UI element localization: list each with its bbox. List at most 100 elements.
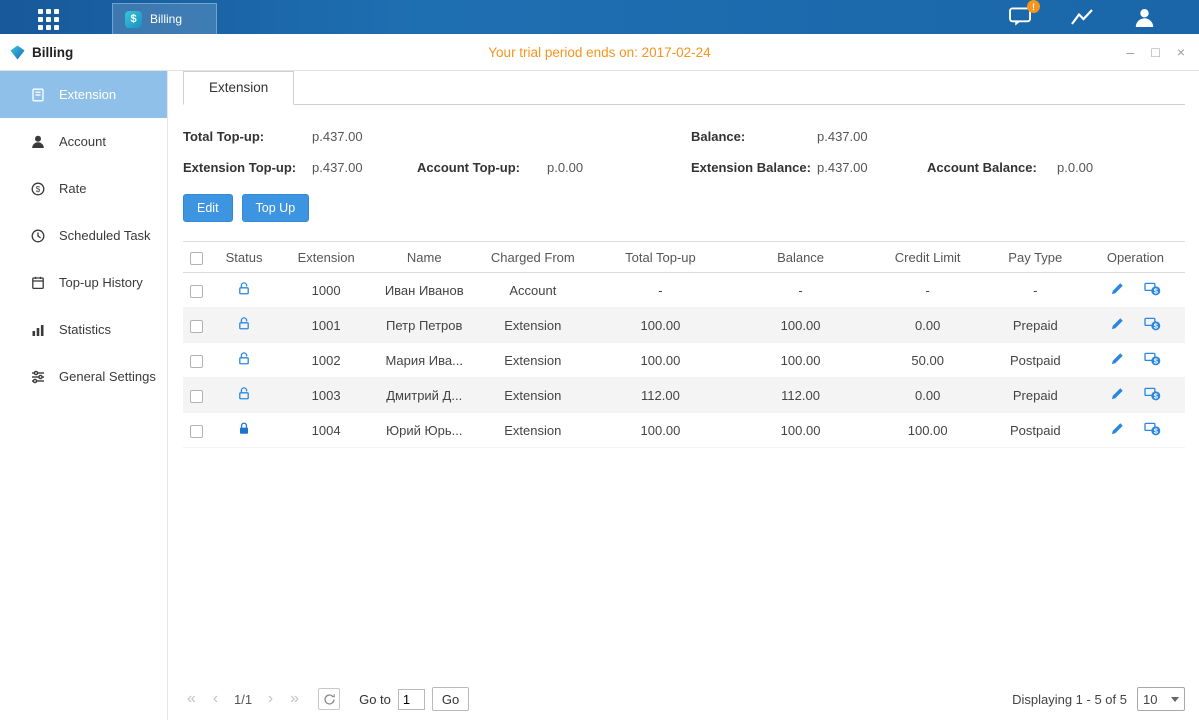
extension-balance-label: Extension Balance: xyxy=(691,160,817,175)
row-checkbox[interactable] xyxy=(190,390,203,403)
bar-chart-icon xyxy=(30,322,46,338)
goto-page-input[interactable] xyxy=(398,689,425,710)
statistics-chart-icon[interactable] xyxy=(1069,6,1095,28)
extension-table: Status Extension Name Charged From Total… xyxy=(183,241,1185,448)
cell-extension: 1001 xyxy=(279,308,373,343)
table-row[interactable]: 1004 Юрий Юрь... Extension 100.00 100.00… xyxy=(183,413,1185,448)
cell-name: Мария Ива... xyxy=(373,343,475,378)
topup-icon[interactable]: $ xyxy=(1144,316,1161,334)
topup-icon[interactable]: $ xyxy=(1144,281,1161,299)
refresh-button[interactable] xyxy=(318,688,340,710)
cell-balance: 100.00 xyxy=(731,343,871,378)
cell-balance: 112.00 xyxy=(731,378,871,413)
cell-credit-limit: 50.00 xyxy=(871,343,985,378)
user-account-icon[interactable] xyxy=(1131,6,1157,28)
cell-credit-limit: 0.00 xyxy=(871,308,985,343)
cell-pay-type: Postpaid xyxy=(985,343,1086,378)
table-header-row: Status Extension Name Charged From Total… xyxy=(183,242,1185,273)
sidebar-item-label: Top-up History xyxy=(59,275,143,290)
cell-credit-limit: 100.00 xyxy=(871,413,985,448)
billing-logo-icon xyxy=(10,45,25,60)
minimize-icon[interactable]: – xyxy=(1127,45,1135,59)
page-size-select[interactable]: 10 xyxy=(1137,687,1185,711)
col-pay-type: Pay Type xyxy=(985,242,1086,273)
cell-charged-from: Extension xyxy=(475,343,590,378)
cell-credit-limit: - xyxy=(871,273,985,308)
topup-icon[interactable]: $ xyxy=(1144,386,1161,404)
window-title: Billing xyxy=(32,45,73,60)
table-row[interactable]: 1002 Мария Ива... Extension 100.00 100.0… xyxy=(183,343,1185,378)
next-page-button[interactable]: › xyxy=(262,690,279,708)
topup-icon[interactable]: $ xyxy=(1144,421,1161,439)
top-bar: $ Billing ! xyxy=(0,0,1199,34)
sidebar-item-rate[interactable]: $ Rate xyxy=(0,165,167,212)
col-name: Name xyxy=(373,242,475,273)
balance-value: p.437.00 xyxy=(817,129,927,144)
total-topup-value: p.437.00 xyxy=(312,129,417,144)
notification-badge: ! xyxy=(1027,0,1040,13)
dollar-circle-icon: $ xyxy=(30,181,46,197)
locked-icon xyxy=(237,421,251,439)
maximize-icon[interactable]: □ xyxy=(1151,45,1159,59)
sidebar-item-statistics[interactable]: Statistics xyxy=(0,306,167,353)
sidebar-item-label: Statistics xyxy=(59,322,111,337)
sidebar-item-scheduled-task[interactable]: Scheduled Task xyxy=(0,212,167,259)
cell-balance: 100.00 xyxy=(731,413,871,448)
row-checkbox[interactable] xyxy=(190,285,203,298)
cell-total-topup: 100.00 xyxy=(590,343,730,378)
sidebar-item-topup-history[interactable]: Top-up History xyxy=(0,259,167,306)
chevron-down-icon xyxy=(1171,697,1179,702)
title-bar: Billing Your trial period ends on: 2017-… xyxy=(0,34,1199,71)
cell-name: Юрий Юрь... xyxy=(373,413,475,448)
svg-text:$: $ xyxy=(36,185,41,194)
unlocked-icon xyxy=(237,316,251,334)
cell-extension: 1004 xyxy=(279,413,373,448)
goto-label: Go to xyxy=(359,692,391,707)
sidebar-item-label: Scheduled Task xyxy=(59,228,151,243)
edit-icon[interactable] xyxy=(1110,281,1125,299)
apps-grid-icon[interactable] xyxy=(38,9,59,30)
sidebar-item-general-settings[interactable]: General Settings xyxy=(0,353,167,400)
sidebar-item-label: Extension xyxy=(59,87,116,102)
topup-icon[interactable]: $ xyxy=(1144,351,1161,369)
col-balance: Balance xyxy=(731,242,871,273)
account-balance-label: Account Balance: xyxy=(927,160,1057,175)
person-icon xyxy=(30,134,46,150)
sliders-icon xyxy=(30,369,46,385)
table-row[interactable]: 1000 Иван Иванов Account - - - - $ xyxy=(183,273,1185,308)
edit-icon[interactable] xyxy=(1110,351,1125,369)
first-page-button[interactable]: « xyxy=(183,690,200,708)
balance-label: Balance: xyxy=(691,129,817,144)
select-all-checkbox[interactable] xyxy=(190,252,203,265)
page-size-value: 10 xyxy=(1143,692,1157,707)
sidebar-item-account[interactable]: Account xyxy=(0,118,167,165)
table-row[interactable]: 1001 Петр Петров Extension 100.00 100.00… xyxy=(183,308,1185,343)
page-indicator: 1/1 xyxy=(234,692,252,707)
row-checkbox[interactable] xyxy=(190,355,203,368)
sidebar-item-label: Account xyxy=(59,134,106,149)
last-page-button[interactable]: » xyxy=(286,690,303,708)
cell-extension: 1003 xyxy=(279,378,373,413)
tab-extension[interactable]: Extension xyxy=(183,71,294,105)
edit-icon[interactable] xyxy=(1110,386,1125,404)
tab-strip: Extension xyxy=(183,71,1185,105)
top-up-button[interactable]: Top Up xyxy=(242,194,310,222)
billing-app-tab[interactable]: $ Billing xyxy=(112,3,217,34)
go-button[interactable]: Go xyxy=(432,687,469,711)
edit-icon[interactable] xyxy=(1110,421,1125,439)
edit-button[interactable]: Edit xyxy=(183,194,233,222)
row-checkbox[interactable] xyxy=(190,425,203,438)
row-checkbox[interactable] xyxy=(190,320,203,333)
cell-pay-type: - xyxy=(985,273,1086,308)
cell-pay-type: Prepaid xyxy=(985,308,1086,343)
close-icon[interactable]: × xyxy=(1177,45,1185,59)
edit-icon[interactable] xyxy=(1110,316,1125,334)
sidebar-item-extension[interactable]: Extension xyxy=(0,71,167,118)
prev-page-button[interactable]: ‹ xyxy=(207,690,224,708)
sidebar-item-label: General Settings xyxy=(59,369,156,384)
chat-icon[interactable]: ! xyxy=(1007,6,1033,28)
table-row[interactable]: 1003 Дмитрий Д... Extension 112.00 112.0… xyxy=(183,378,1185,413)
cell-balance: 100.00 xyxy=(731,308,871,343)
main-content: Extension Total Top-up: p.437.00 Balance… xyxy=(169,71,1199,720)
cell-name: Петр Петров xyxy=(373,308,475,343)
